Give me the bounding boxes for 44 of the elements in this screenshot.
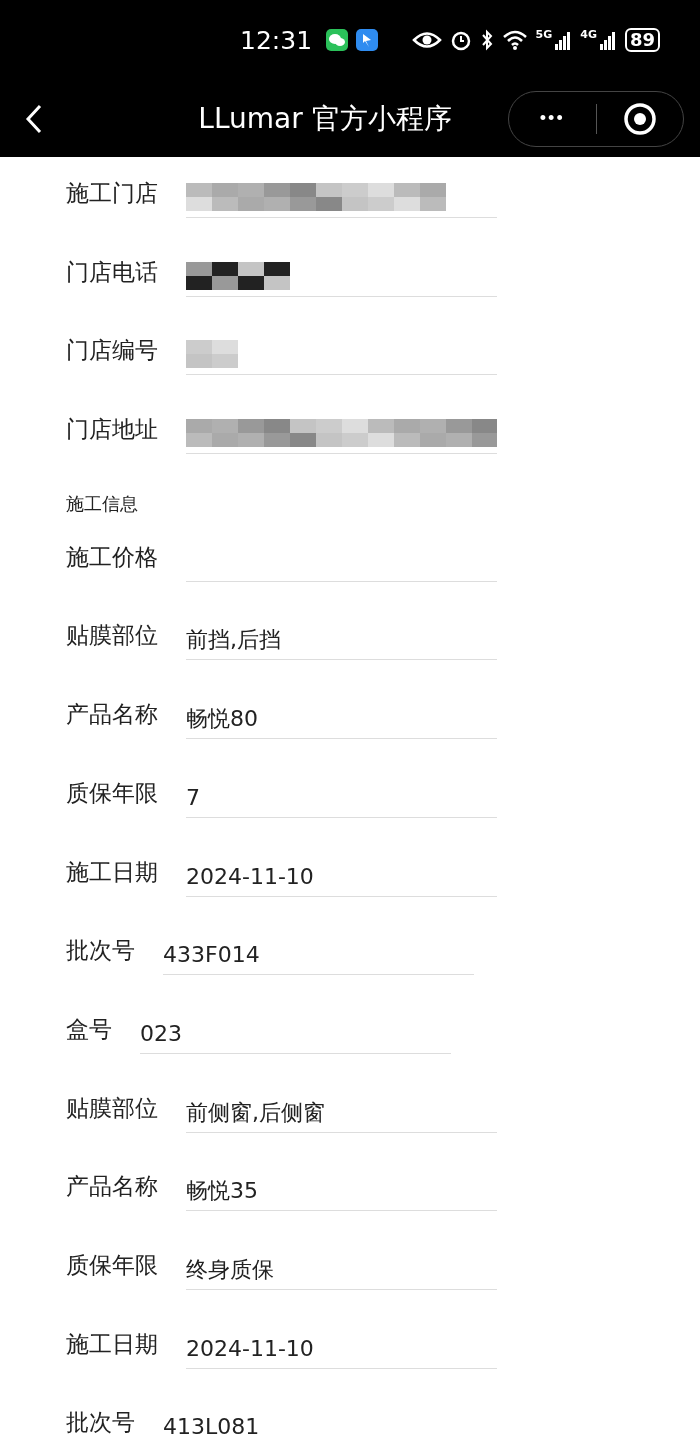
input-field[interactable]: 2024-11-10 [186, 1318, 497, 1369]
field-label: 施工日期 [66, 1330, 158, 1357]
status-time: 12:31 [240, 25, 313, 55]
eye-icon [411, 29, 442, 51]
target-icon [622, 101, 657, 136]
network-label: 4G [580, 28, 597, 41]
page-title: LLumar 官方小程序 [197, 100, 453, 137]
field-label: 贴膜部位 [66, 622, 158, 649]
field-label: 质保年限 [66, 1251, 158, 1278]
field-label: 施工日期 [66, 858, 158, 885]
network-label: 5G [535, 28, 553, 41]
field-label: 产品名称 [66, 1173, 158, 1200]
back-icon [24, 102, 44, 135]
input-field[interactable]: 7 [186, 767, 497, 818]
field-label: 贴膜部位 [66, 1094, 158, 1121]
battery-level: 89 [624, 28, 660, 52]
input-field[interactable]: 413L081 [163, 1397, 474, 1443]
chat-app-icon [326, 29, 349, 51]
bluetooth-icon [479, 29, 494, 51]
field-label: 施工价格 [66, 543, 158, 570]
input-field[interactable]: 畅悦35 [186, 1161, 497, 1212]
input-field[interactable]: 前挡,后挡 [186, 610, 497, 661]
signal-icon [554, 29, 573, 51]
more-button[interactable]: ••• [509, 91, 596, 146]
field-label: 门店地址 [66, 416, 158, 443]
input-field[interactable]: 畅悦80 [186, 689, 497, 740]
field-label: 质保年限 [66, 779, 158, 806]
field-label: 批次号 [66, 1409, 135, 1436]
field-label: 施工门店 [66, 180, 158, 206]
field-label: 批次号 [66, 937, 135, 964]
section-heading: 施工信息 [66, 491, 139, 516]
input-field[interactable]: 前侧窗,后侧窗 [186, 1082, 497, 1133]
field-label: 产品名称 [66, 701, 158, 728]
field-label: 盒号 [66, 1015, 112, 1042]
wifi-icon [501, 29, 528, 51]
alarm-icon [449, 29, 472, 51]
field-label: 门店电话 [66, 258, 158, 285]
field-label: 门店编号 [66, 337, 158, 364]
input-field[interactable]: 终身质保 [186, 1239, 497, 1290]
app-icon [356, 29, 379, 51]
input-field[interactable]: 023 [140, 1003, 451, 1054]
signal-icon [598, 29, 617, 51]
input-field[interactable]: 433F014 [163, 925, 474, 976]
input-field[interactable]: 2024-11-10 [186, 846, 497, 897]
